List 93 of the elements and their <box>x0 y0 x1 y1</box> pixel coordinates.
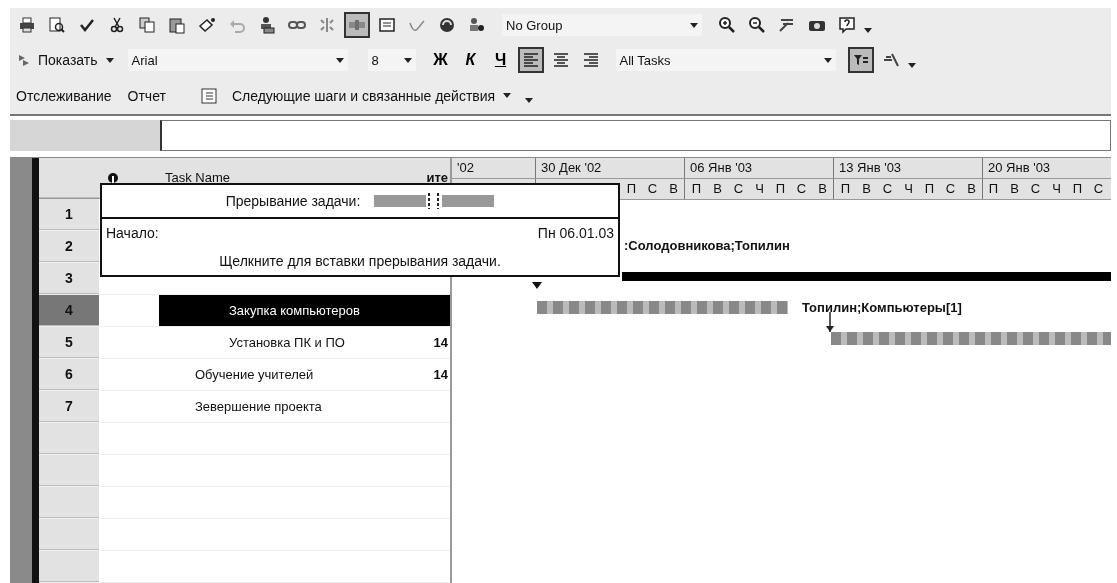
day-label: П <box>839 181 852 197</box>
summary-marker-icon <box>532 282 542 289</box>
week-label: 20 Янв '03 <box>988 160 1051 176</box>
person-computer-icon <box>258 16 276 35</box>
row-number[interactable]: 6 <box>39 359 99 390</box>
zoom-out-icon <box>748 16 766 35</box>
copy-icon <box>138 16 156 35</box>
week-label: 30 Дек '02 <box>541 160 602 176</box>
filter-select[interactable]: All Tasks <box>615 49 836 72</box>
day-label: П <box>923 181 936 197</box>
card-icon <box>378 16 396 35</box>
day-label: П <box>774 181 787 197</box>
day-label: Ч <box>1051 181 1062 197</box>
font-select[interactable]: Arial <box>127 49 348 72</box>
task-name-cell[interactable]: Обучение учителей <box>159 359 418 390</box>
more-icon[interactable] <box>525 98 534 104</box>
day-label: В <box>712 181 723 197</box>
split-bar-button[interactable] <box>344 12 370 39</box>
broken-link-icon <box>318 16 336 35</box>
caret-icon <box>335 57 344 63</box>
row-number[interactable]: 1 <box>39 199 99 230</box>
caret-icon <box>690 22 698 28</box>
day-label: П <box>625 181 638 197</box>
tooltip-title: Прерывание задачи: <box>225 193 361 209</box>
brush-icon <box>198 16 216 35</box>
align-left-icon <box>521 51 540 70</box>
resource-label: :Солодовникова;Топилин <box>624 238 790 253</box>
scissors-icon <box>108 16 126 35</box>
day-label: П <box>1071 181 1084 197</box>
duration-cell-text: 14 <box>432 366 449 384</box>
list-icon[interactable] <box>199 86 218 105</box>
entry-field[interactable] <box>160 119 1111 151</box>
week-label: 06 Янв '03 <box>690 160 753 176</box>
page-magnifier-icon <box>48 16 66 35</box>
day-label: С <box>1092 181 1105 197</box>
row-number[interactable]: 4 <box>39 295 99 326</box>
group-select[interactable]: No Group <box>502 14 702 37</box>
printer-icon <box>18 16 36 35</box>
week-label: 13 Янв '03 <box>839 160 902 176</box>
next-steps-menu[interactable]: Следующие шаги и связанные действия <box>229 87 514 104</box>
column-header[interactable]: Task Name <box>165 170 231 186</box>
day-label: С <box>646 181 659 197</box>
swirl-icon <box>438 16 456 35</box>
more-icon[interactable] <box>907 62 916 68</box>
task-name-cell[interactable]: Установка ПК и ПО <box>159 327 418 358</box>
underline-button[interactable]: Ч <box>487 47 514 74</box>
week-label: '02 <box>457 160 474 176</box>
day-label: В <box>966 181 977 197</box>
day-label: С <box>881 181 894 197</box>
help-icon <box>838 16 856 35</box>
task-name-cell[interactable]: Закупка компьютеров <box>159 295 418 326</box>
day-label: С <box>1029 181 1042 197</box>
caret-icon <box>503 93 512 99</box>
row-number[interactable]: 3 <box>39 263 99 294</box>
start-date: Пн 06.01.03 <box>537 225 614 241</box>
start-label: Начало: <box>106 225 159 241</box>
day-label: В <box>1009 181 1020 197</box>
tooltip-hint: Щелкните для вставки прерывания задачи. <box>219 253 501 269</box>
zoom-in-icon <box>718 16 736 35</box>
day-label: С <box>795 181 808 197</box>
day-label: В <box>817 181 828 197</box>
row-number[interactable]: 2 <box>39 231 99 262</box>
day-label: С <box>732 181 745 197</box>
day-label: В <box>668 181 679 197</box>
duration-cell <box>418 295 450 326</box>
caret-icon <box>403 57 412 63</box>
row-number[interactable]: 7 <box>39 391 99 422</box>
day-label: В <box>861 181 872 197</box>
report-button[interactable]: Отчет <box>125 87 168 104</box>
row-number[interactable]: 5 <box>39 327 99 358</box>
italic-button[interactable]: К <box>457 47 484 74</box>
day-label: Ч <box>754 181 765 197</box>
day-label: Ч <box>903 181 914 197</box>
day-label: С <box>944 181 957 197</box>
paste-icon <box>168 16 186 35</box>
tracking-button[interactable]: Отслеживание <box>14 87 114 104</box>
duration-cell-text: 14 <box>432 334 449 352</box>
day-label: П <box>690 181 703 197</box>
filter-button[interactable] <box>847 47 874 74</box>
align-left-button[interactable] <box>517 47 544 74</box>
more-icon[interactable] <box>864 27 872 33</box>
caret-icon <box>823 57 832 63</box>
font-size-select[interactable]: 8 <box>367 49 416 72</box>
show-button[interactable]: Показать <box>14 51 116 70</box>
caret-icon <box>105 57 114 63</box>
bold-button[interactable]: Ж <box>427 47 454 74</box>
column-header[interactable]: ите <box>426 170 448 186</box>
resource-label: Топилин;Компьютеры[1] <box>802 300 962 315</box>
align-center-icon <box>551 51 570 70</box>
task-name-cell[interactable]: Зевершение проекта <box>159 391 418 422</box>
day-label: П <box>987 181 1000 197</box>
align-right-icon <box>581 51 600 70</box>
view-bar[interactable] <box>10 158 39 583</box>
